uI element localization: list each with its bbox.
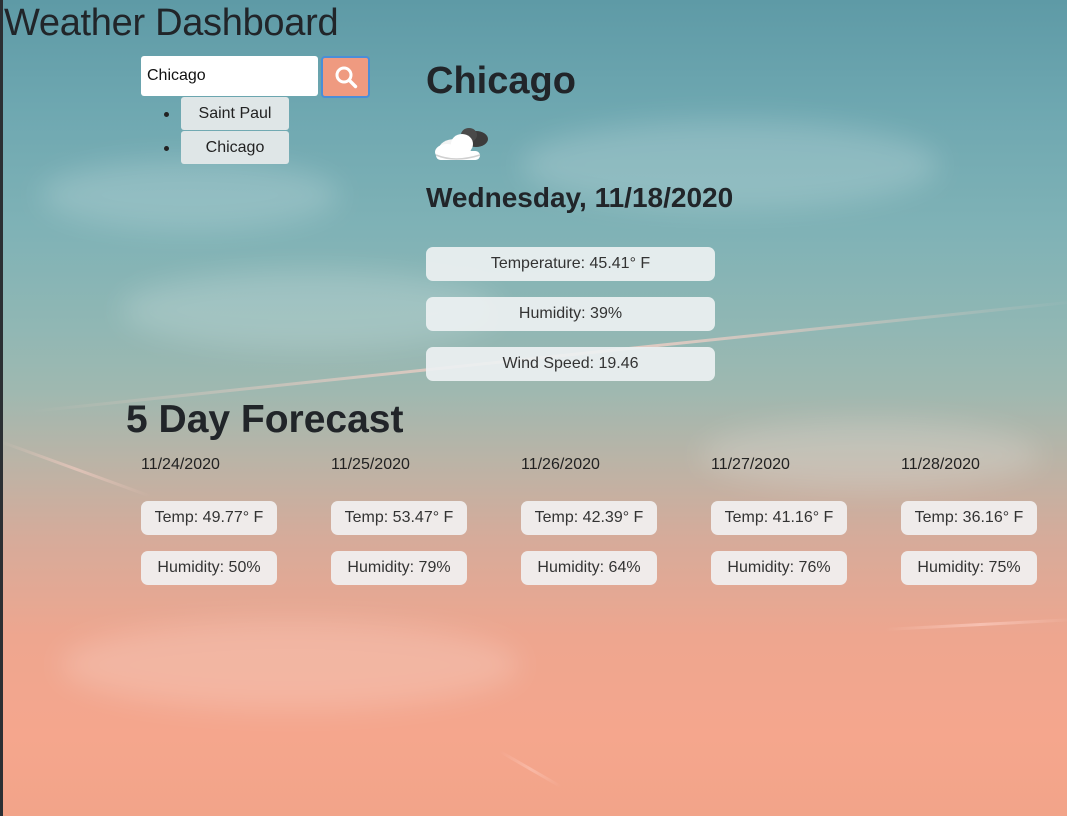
forecast-date: 11/28/2020 xyxy=(901,456,980,473)
forecast-title: 5 Day Forecast xyxy=(126,398,404,441)
bullet-icon xyxy=(164,112,169,117)
forecast-date: 11/24/2020 xyxy=(141,456,220,473)
bullet-icon xyxy=(164,146,169,151)
forecast-temp: Temp: 49.77° F xyxy=(141,501,277,535)
forecast-date: 11/26/2020 xyxy=(521,456,600,473)
humidity-readout: Humidity: 39% xyxy=(426,297,715,331)
search-input[interactable] xyxy=(141,56,318,96)
search-button[interactable] xyxy=(321,56,370,98)
forecast-temp: Temp: 41.16° F xyxy=(711,501,847,535)
page-title: Weather Dashboard xyxy=(4,2,339,44)
forecast-humidity: Humidity: 64% xyxy=(521,551,657,585)
current-date: Wednesday, 11/18/2020 xyxy=(426,182,734,213)
forecast-humidity: Humidity: 79% xyxy=(331,551,467,585)
search-icon xyxy=(335,66,357,89)
forecast-date: 11/27/2020 xyxy=(711,456,790,473)
forecast-temp: Temp: 36.16° F xyxy=(901,501,1037,535)
wind-speed-readout: Wind Speed: 19.46 xyxy=(426,347,715,381)
history-button-chicago[interactable]: Chicago xyxy=(181,131,289,164)
forecast-humidity: Humidity: 75% xyxy=(901,551,1037,585)
partly-cloudy-icon xyxy=(435,128,488,160)
forecast-humidity: Humidity: 50% xyxy=(141,551,277,585)
forecast-temp: Temp: 42.39° F xyxy=(521,501,657,535)
window-left-edge xyxy=(0,0,3,816)
forecast-humidity: Humidity: 76% xyxy=(711,551,847,585)
forecast-temp: Temp: 53.47° F xyxy=(331,501,467,535)
temperature-readout: Temperature: 45.41° F xyxy=(426,247,715,281)
current-city-name: Chicago xyxy=(426,60,576,102)
history-button-saint-paul[interactable]: Saint Paul xyxy=(181,97,289,130)
forecast-date: 11/25/2020 xyxy=(331,456,410,473)
